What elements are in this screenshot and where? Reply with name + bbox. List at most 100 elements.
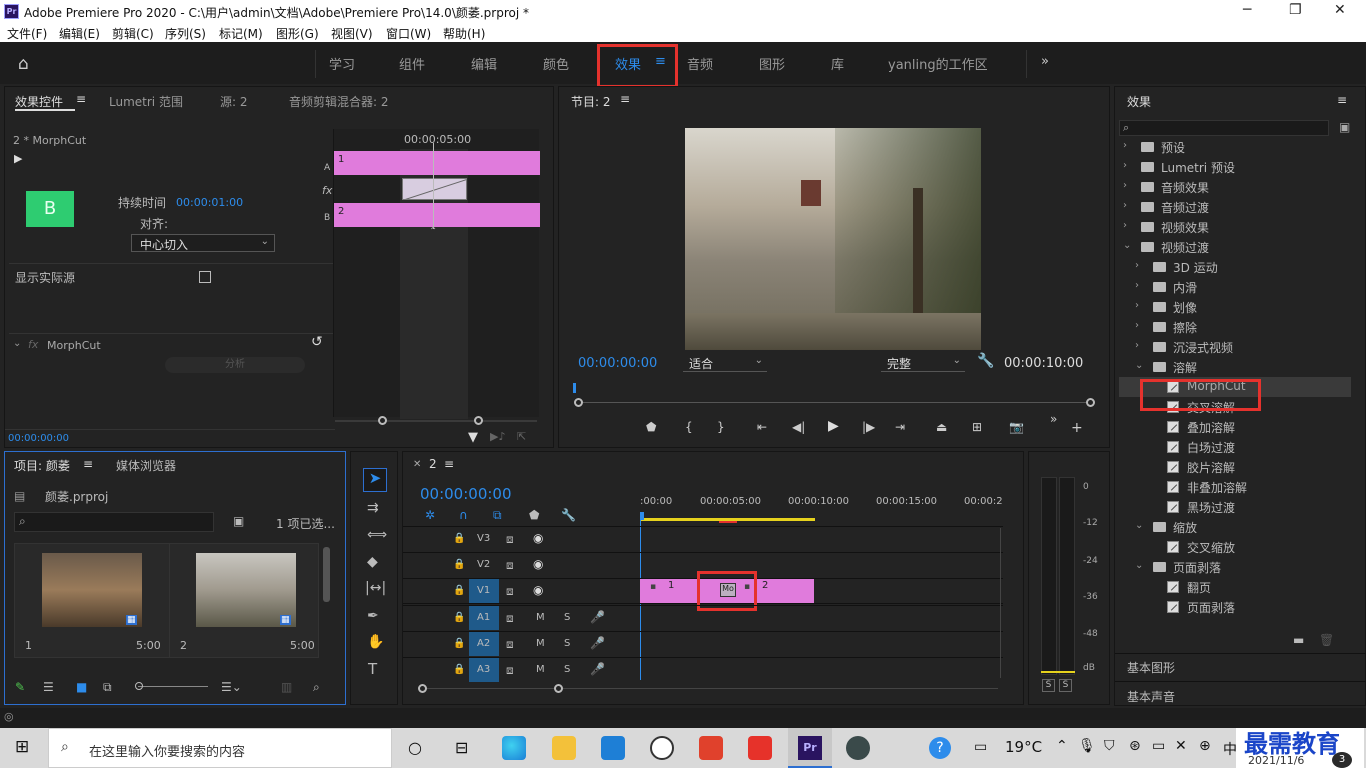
effect-folder[interactable]: › 音频过渡 (1119, 197, 1351, 217)
camera-icon[interactable]: 📷 (1009, 420, 1024, 434)
chevron-right-icon[interactable]: › (1135, 260, 1145, 271)
track-select-tool-icon[interactable]: ⇉ (367, 500, 379, 516)
lock-icon[interactable]: 🔒 (453, 664, 465, 675)
fit-dropdown[interactable]: 适合 ⌄ (683, 354, 767, 372)
tray-arrow-icon[interactable]: ⌃ (1056, 738, 1068, 754)
ime-indicator[interactable]: 中 (1223, 739, 1237, 759)
ws-effects[interactable]: 效果 (615, 54, 641, 73)
more-controls-icon[interactable]: » (1050, 412, 1057, 426)
sync-lock-icon[interactable]: ⧈ (506, 611, 514, 626)
project-scrollbar[interactable] (323, 547, 330, 602)
slip-tool-icon[interactable]: |↔| (365, 580, 386, 596)
nest-icon[interactable]: ✲ (425, 508, 435, 522)
horizontal-scrollbar[interactable] (418, 688, 998, 689)
ws-color[interactable]: 颜色 (543, 54, 569, 73)
windows-start-icon[interactable]: ⊞ (15, 737, 29, 757)
effect-folder[interactable]: › Lumetri 预设 (1119, 157, 1351, 177)
effects-search-input[interactable]: ⌕ (1119, 120, 1329, 136)
ripple-edit-tool-icon[interactable]: ⟺ (367, 527, 387, 543)
tab-effect-controls[interactable]: 效果控件 (15, 93, 63, 110)
icon-view-icon[interactable]: ■ (76, 680, 87, 694)
effect-folder[interactable]: › 预设 (1119, 137, 1351, 157)
sync-lock-icon[interactable]: ⧈ (506, 637, 514, 652)
menu-file[interactable]: 文件(F) (7, 25, 47, 42)
edge-icon[interactable] (502, 736, 526, 760)
wrench-icon[interactable]: 🔧 (977, 353, 994, 369)
chevron-down-icon[interactable]: ⌄ (1135, 520, 1145, 531)
effect-folder[interactable]: ⌄ 视频过渡 (1119, 237, 1351, 257)
go-to-out-icon[interactable]: ⇥ (895, 420, 905, 434)
lock-icon[interactable]: 🔒 (453, 533, 465, 544)
ec-zoom-scrollbar[interactable] (335, 420, 537, 422)
effect-folder[interactable]: › 擦除 (1119, 317, 1351, 337)
panel-menu-icon[interactable]: ≡ (83, 457, 93, 471)
export-icon[interactable]: ⇱ (517, 430, 526, 443)
game-icon[interactable] (846, 736, 870, 760)
lift-icon[interactable]: ⏏ (936, 420, 947, 434)
close-tab-icon[interactable]: ✕ (413, 459, 421, 470)
mail-icon[interactable] (601, 736, 625, 760)
slider-handle[interactable] (135, 682, 143, 690)
monitor-playhead[interactable] (573, 383, 576, 393)
ws-learn[interactable]: 学习 (329, 54, 355, 73)
chevron-right-icon[interactable]: › (1135, 300, 1145, 311)
file-explorer-icon[interactable] (552, 736, 576, 760)
play-icon[interactable]: ▶ (828, 418, 839, 434)
hand-tool-icon[interactable]: ✋ (367, 634, 384, 650)
alignment-dropdown[interactable]: 中心切入 ⌄ (131, 234, 275, 252)
ws-assembly[interactable]: 组件 (399, 54, 425, 73)
basic-graphics-section[interactable]: 基本图形 (1127, 659, 1175, 676)
menu-clip[interactable]: 剪辑(C) (112, 25, 154, 42)
more-workspaces-icon[interactable]: » (1041, 54, 1049, 69)
menu-help[interactable]: 帮助(H) (443, 25, 485, 42)
snap-icon[interactable]: ∩ (459, 508, 468, 522)
effect-folder[interactable]: ⌄ 溶解 (1119, 357, 1351, 377)
step-forward-icon[interactable]: |▶ (862, 420, 875, 434)
effect-item[interactable]: 白场过渡 (1119, 437, 1351, 457)
zoom-handle-left[interactable] (378, 416, 387, 425)
add-marker-icon[interactable]: ⬟ (529, 508, 539, 522)
timeline-playhead-handle[interactable] (640, 512, 644, 520)
search-icon[interactable]: ⌕ (313, 680, 320, 695)
wrench-icon[interactable]: 🔧 (561, 508, 576, 522)
duration-value[interactable]: 00:00:01:00 (176, 196, 243, 209)
tab-project[interactable]: 项目: 颜萎 (14, 457, 70, 474)
effect-item[interactable]: 交叉缩放 (1119, 537, 1351, 557)
eye-icon[interactable]: ◉ (533, 583, 543, 597)
chevron-right-icon[interactable]: › (1123, 200, 1133, 211)
menu-edit[interactable]: 编辑(E) (59, 25, 100, 42)
taskbar-search[interactable]: ⌕ 在这里输入你要搜索的内容 (48, 728, 392, 768)
ec-current-time[interactable]: 00:00:00:00 (8, 433, 69, 444)
solo-right-button[interactable]: S (1059, 679, 1072, 692)
menu-window[interactable]: 窗口(W) (386, 25, 431, 42)
project-search-input[interactable]: ⌕ (14, 512, 214, 532)
reset-icon[interactable]: ↺ (311, 334, 323, 350)
effect-folder[interactable]: › 3D 运动 (1119, 257, 1351, 277)
network-icon[interactable]: ⊕ (1199, 738, 1211, 754)
chevron-down-icon[interactable]: ⌄ (1135, 360, 1145, 371)
panel-menu-icon[interactable]: ≡ (620, 92, 630, 106)
chevron-right-icon[interactable]: › (1123, 140, 1133, 151)
filter-icon[interactable]: ▼ (468, 430, 478, 445)
mic-tray-icon[interactable]: 🎙 (1078, 738, 1096, 754)
chevron-down-icon[interactable]: ⌄ (1135, 560, 1145, 571)
effect-item[interactable]: 翻页 (1119, 577, 1351, 597)
notification-badge[interactable]: 3 (1332, 752, 1352, 768)
step-back-icon[interactable]: ◀| (792, 420, 805, 434)
solo-button[interactable]: S (564, 612, 570, 623)
scrub-handle-left[interactable] (574, 398, 583, 407)
play-transition-icon[interactable]: ▶ (14, 152, 22, 165)
monitor-scrub-bar[interactable] (579, 402, 1089, 403)
new-bin-icon[interactable]: ▬ (1293, 633, 1304, 647)
pen-tool-icon[interactable]: ✒ (367, 608, 379, 624)
microphone-icon[interactable]: 🎤 (590, 610, 605, 624)
find-icon[interactable]: ▣ (233, 514, 244, 528)
help-icon[interactable]: ? (929, 737, 951, 759)
clip-b[interactable]: 2 (334, 203, 540, 227)
tab-lumetri-scopes[interactable]: Lumetri 范围 (109, 93, 183, 110)
list-view-icon[interactable]: ☰ (43, 680, 54, 694)
transition-block[interactable] (402, 178, 467, 200)
panel-menu-icon[interactable]: ≡ (76, 92, 86, 106)
wps-icon[interactable] (748, 736, 772, 760)
extract-icon[interactable]: ⊞ (972, 420, 982, 434)
